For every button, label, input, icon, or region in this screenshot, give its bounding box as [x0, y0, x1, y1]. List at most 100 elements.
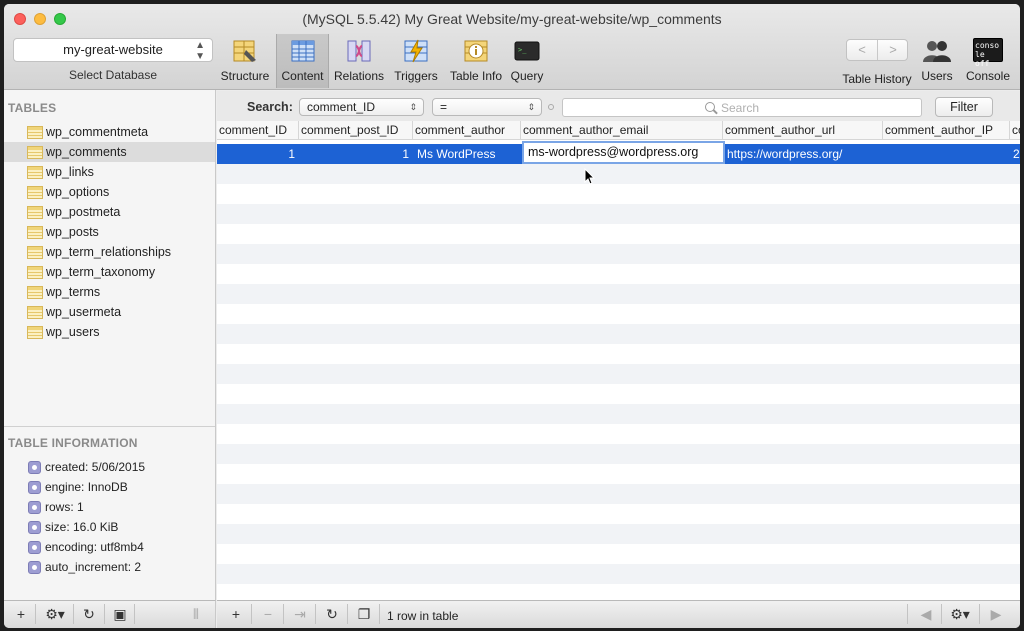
filter-operator-value: = [440, 100, 448, 114]
svg-text:>_: >_ [518, 46, 527, 54]
cell-editor-comment_author_email[interactable]: ms-wordpress@wordpress.org [522, 141, 725, 164]
content-icon [291, 40, 314, 62]
column-header-comment_author_url[interactable]: comment_author_url [723, 121, 883, 140]
console-icon-line-2: le off [975, 50, 990, 68]
duplicate-row-button[interactable]: ⇥ [287, 605, 313, 623]
info-bullet-icon [28, 561, 41, 574]
triggers-button[interactable]: Triggers [390, 34, 442, 88]
table-name: wp_terms [46, 285, 101, 299]
users-button[interactable]: Users [917, 34, 957, 88]
filter-field-select[interactable]: comment_ID ⇕ [299, 98, 424, 116]
info-text: auto_increment: 2 [45, 560, 142, 574]
table-info-button[interactable]: Table Info [445, 34, 507, 88]
add-table-button[interactable]: + [8, 605, 34, 623]
cell-comment_author_IP[interactable] [887, 144, 1010, 164]
column-header-comment_author_IP[interactable]: comment_author_IP [883, 121, 1010, 140]
content-bottom-bar: + − ⇥ ↻ ❐ 1 row in table ◀ ⚙▾ ▶ [217, 600, 1020, 628]
sidebar-bottom-bar: + ⚙▾ ↻ ▣ ⦀ [4, 600, 216, 628]
table-name: wp_posts [46, 225, 99, 239]
relations-button[interactable]: Relations [331, 34, 387, 88]
table-icon [27, 166, 43, 179]
table-actions-gear-button[interactable]: ⚙▾ [39, 605, 71, 623]
cell-comment_author[interactable]: Ms WordPress [417, 144, 521, 164]
cell-comment_author_url[interactable]: https://wordpress.org/ [727, 144, 883, 164]
database-select[interactable]: my-great-website ▲ ▼ [13, 38, 213, 62]
sidebar-item-wp_term_relationships[interactable]: wp_term_relationships [4, 242, 215, 262]
sidebar-item-wp_term_taxonomy[interactable]: wp_term_taxonomy [4, 262, 215, 282]
console-icon-line-1: conso [975, 41, 1000, 50]
table-name: wp_users [46, 325, 100, 339]
sidebar-item-wp_postmeta[interactable]: wp_postmeta [4, 202, 215, 222]
cell-comment_ID[interactable]: 1 [217, 144, 299, 164]
filter-field-value: comment_ID [307, 100, 376, 114]
table-name: wp_options [46, 185, 110, 199]
info-bullet-icon [28, 461, 41, 474]
chevron-updown-icon: ⇕ [409, 102, 417, 112]
sidebar-item-wp_comments[interactable]: wp_comments [4, 142, 215, 162]
column-header-comment_author[interactable]: comment_author [413, 121, 521, 140]
relations-icon [347, 40, 371, 62]
cell-next[interactable]: 2 [1013, 144, 1020, 164]
table-icon [27, 326, 43, 339]
content-actions-gear-button[interactable]: ⚙▾ [945, 605, 975, 623]
sidebar-divider [4, 426, 215, 427]
search-icon [705, 102, 715, 112]
chevron-updown-icon: ▲ ▼ [195, 40, 205, 62]
info-item-size: size: 16.0 KiB [4, 517, 215, 537]
info-text: size: 16.0 KiB [45, 520, 119, 534]
triangle-right-icon: ▶ [990, 606, 1002, 622]
toggle-info-button[interactable]: ▣ [107, 605, 133, 623]
pagination-button[interactable]: ❐ [351, 605, 377, 623]
table-name: wp_postmeta [46, 205, 121, 219]
sidebar-item-wp_posts[interactable]: wp_posts [4, 222, 215, 242]
next-page-button[interactable]: ▶ [983, 605, 1009, 623]
table-icon [27, 126, 43, 139]
column-header-next[interactable]: co [1010, 121, 1020, 140]
column-header-comment_ID[interactable]: comment_ID [217, 121, 299, 140]
filter-operator-select[interactable]: = ⇕ [432, 98, 542, 116]
sidebar-item-wp_links[interactable]: wp_links [4, 162, 215, 182]
table-info-label: Table Info [449, 69, 503, 83]
remove-row-button[interactable]: − [255, 605, 281, 623]
search-label: Search: [247, 100, 293, 114]
info-item-encoding: encoding: utf8mb4 [4, 537, 215, 557]
resize-handle-icon[interactable]: ⦀ [186, 605, 206, 623]
info-pane-icon: ▣ [113, 606, 127, 622]
filter-search-input[interactable]: Search [562, 98, 922, 117]
info-text: engine: InnoDB [45, 480, 128, 494]
info-bullet-icon [28, 521, 41, 534]
add-row-button[interactable]: + [223, 605, 249, 623]
previous-page-button[interactable]: ◀ [913, 605, 939, 623]
filter-bar: Search: comment_ID ⇕ = ⇕ Search Filter [217, 91, 1020, 121]
tables-heading: TABLES [8, 101, 57, 115]
history-back-button[interactable]: < [847, 42, 877, 57]
cell-comment_post_ID[interactable]: 1 [299, 144, 413, 164]
info-item-auto-increment: auto_increment: 2 [4, 557, 215, 577]
filter-button[interactable]: Filter [935, 97, 993, 117]
content-button[interactable]: Content [276, 34, 329, 88]
table-icon [27, 186, 43, 199]
sidebar-item-wp_options[interactable]: wp_options [4, 182, 215, 202]
sidebar-item-wp_terms[interactable]: wp_terms [4, 282, 215, 302]
query-button[interactable]: >_ Query [509, 34, 545, 88]
search-placeholder: Search [721, 101, 760, 115]
app-window: (MySQL 5.5.42) My Great Website/my-great… [4, 4, 1020, 628]
table-info-icon [464, 40, 488, 62]
table-name: wp_term_relationships [46, 245, 172, 259]
refresh-tables-button[interactable]: ↻ [76, 605, 102, 623]
column-header-comment_post_ID[interactable]: comment_post_ID [299, 121, 413, 140]
console-label: Console [965, 69, 1011, 83]
refresh-content-button[interactable]: ↻ [319, 605, 345, 623]
column-header-comment_author_email[interactable]: comment_author_email [521, 121, 723, 140]
sidebar-item-wp_usermeta[interactable]: wp_usermeta [4, 302, 215, 322]
info-text: rows: 1 [45, 500, 84, 514]
history-forward-button[interactable]: > [878, 42, 908, 57]
gear-icon: ⚙▾ [45, 606, 65, 622]
sidebar-item-wp_commentmeta[interactable]: wp_commentmeta [4, 122, 215, 142]
sidebar-item-wp_users[interactable]: wp_users [4, 322, 215, 342]
structure-button[interactable]: Structure [217, 34, 273, 88]
row-count-status: 1 row in table [387, 609, 459, 623]
console-button[interactable]: conso le off Console [960, 34, 1016, 88]
table-history-nav[interactable]: < > [846, 39, 908, 61]
content-grid[interactable]: comment_ID comment_post_ID comment_autho… [217, 121, 1020, 600]
